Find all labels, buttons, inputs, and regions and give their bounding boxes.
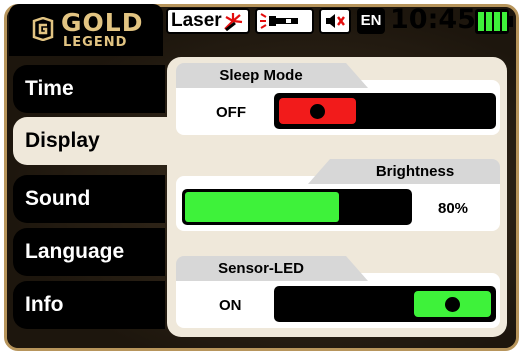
flashlight-indicator[interactable] — [255, 8, 314, 34]
brightness-value: 80% — [438, 200, 469, 217]
sleep-mode-toggle-knob[interactable] — [279, 98, 356, 124]
flashlight-icon — [260, 13, 298, 29]
brightness-header: Brightness — [308, 159, 500, 184]
sensor-led-header: Sensor-LED — [176, 256, 368, 281]
brand-logo: GOLD LEGEND — [9, 4, 163, 56]
laser-indicator[interactable]: Laser — [166, 8, 250, 34]
toggle-dot — [445, 297, 460, 312]
nav-item-display[interactable]: Display — [13, 117, 173, 165]
speaker-muted-icon — [326, 14, 345, 28]
sleep-mode-header: Sleep Mode — [176, 63, 368, 88]
sleep-mode-section: Sleep Mode OFF — [176, 63, 500, 135]
brand-word-legend: LEGEND — [63, 35, 128, 50]
sensor-led-title: Sensor-LED — [218, 260, 304, 277]
display-settings-panel: Sleep Mode OFF Brightness 80% Sensor-LED… — [167, 57, 507, 337]
sensor-led-toggle-knob[interactable] — [414, 291, 491, 317]
battery-icon — [475, 9, 513, 34]
sensor-led-toggle[interactable] — [274, 286, 496, 322]
gold-legend-logo-icon — [32, 17, 54, 41]
sound-indicator[interactable] — [319, 8, 351, 34]
sensor-led-value: ON — [219, 297, 242, 314]
sensor-led-section: Sensor-LED ON — [176, 256, 500, 328]
clock-time: 10:45 — [390, 4, 476, 35]
brightness-title: Brightness — [375, 163, 455, 180]
language-badge[interactable]: EN — [357, 8, 385, 34]
nav-item-language[interactable]: Language — [13, 228, 165, 276]
nav-item-time[interactable]: Time — [13, 65, 165, 113]
sleep-mode-toggle[interactable] — [274, 93, 496, 129]
laser-icon — [223, 13, 242, 31]
nav-item-sound[interactable]: Sound — [13, 175, 165, 223]
brightness-slider[interactable] — [182, 189, 412, 225]
sleep-mode-title: Sleep Mode — [219, 67, 303, 84]
nav-item-info[interactable]: Info — [13, 281, 165, 329]
laser-label: Laser — [171, 10, 222, 31]
brightness-section: Brightness 80% — [176, 159, 500, 231]
brand-word-gold: GOLD — [61, 8, 144, 37]
toggle-dot — [310, 104, 325, 119]
sleep-mode-value: OFF — [216, 104, 246, 121]
brightness-slider-fill — [185, 192, 340, 222]
